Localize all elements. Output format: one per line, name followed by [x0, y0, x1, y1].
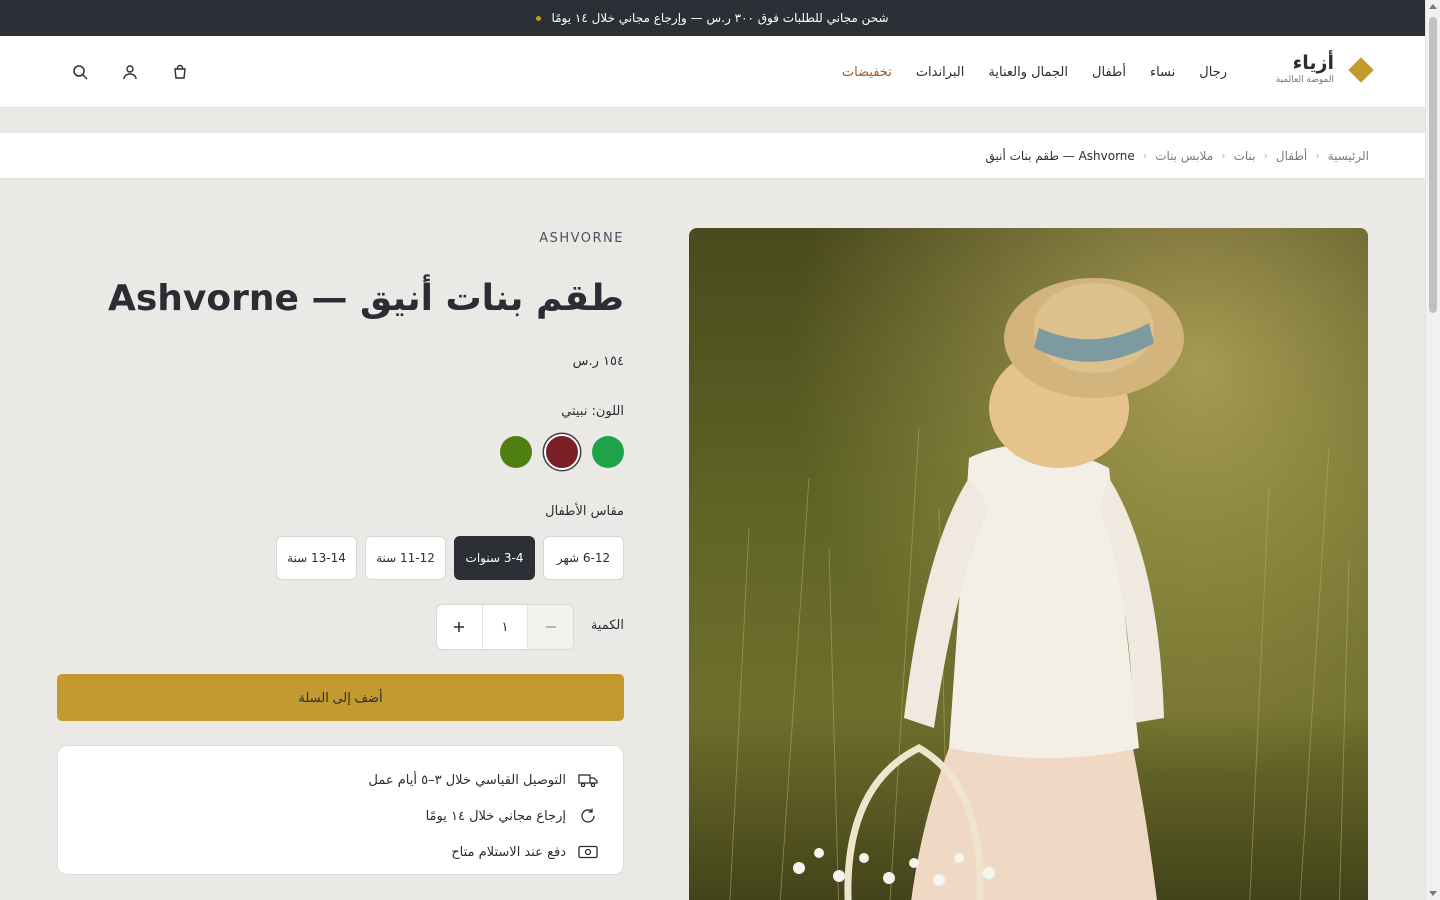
color-swatch-olive[interactable]: [500, 436, 532, 468]
nav-brands[interactable]: البراندات: [916, 65, 965, 80]
size-options: 6-12 شهر 3-4 سنوات 11-12 سنة 13-14 سنة: [276, 536, 624, 580]
nav-beauty[interactable]: الجمال والعناية: [988, 65, 1068, 80]
color-swatch-green[interactable]: [592, 436, 624, 468]
add-to-cart-button[interactable]: أضف إلى السلة: [57, 674, 624, 721]
quantity-decrement-button[interactable]: [527, 605, 573, 649]
feature-cod: دفع عند الاستلام متاح: [83, 834, 598, 870]
breadcrumb: الرئيسية ‹ أطفال ‹ بنات ‹ ملابس بنات ‹ A…: [0, 133, 1425, 179]
product-price: ١٥٤ ر.س: [572, 354, 624, 369]
breadcrumb-home[interactable]: الرئيسية: [1328, 149, 1369, 163]
nav-kids[interactable]: أطفال: [1092, 65, 1126, 80]
main-nav: رجال نساء أطفال الجمال والعناية البراندا…: [842, 36, 1227, 108]
minus-icon: [545, 626, 556, 628]
announcement-bar: شحن مجاني للطلبات فوق ٣٠٠ ر.س — وإرجاع م…: [0, 0, 1425, 36]
search-icon[interactable]: [70, 62, 90, 82]
bag-icon[interactable]: [170, 62, 190, 82]
site-header: أزياء الموضة العالمية رجال نساء أطفال ال…: [0, 36, 1425, 108]
breadcrumb-kids[interactable]: أطفال: [1276, 149, 1307, 163]
feature-cod-text: دفع عند الاستلام متاح: [451, 844, 566, 860]
product-image[interactable]: [689, 228, 1368, 900]
breadcrumb-girls[interactable]: بنات: [1234, 149, 1256, 163]
announcement-dot-icon: [536, 15, 542, 21]
quantity-value[interactable]: ١: [481, 605, 528, 649]
logo-name: أزياء: [1292, 52, 1334, 74]
breadcrumb-girls-clothing[interactable]: ملابس بنات: [1155, 149, 1213, 163]
nav-sale[interactable]: تخفيضات: [842, 65, 892, 80]
user-icon[interactable]: [120, 62, 140, 82]
feature-delivery: التوصيل القياسي خلال ٣–٥ أيام عمل: [83, 762, 598, 798]
breadcrumb-separator: ‹: [1142, 149, 1148, 162]
nav-women[interactable]: نساء: [1150, 65, 1175, 80]
scroll-down-arrow-icon[interactable]: [1429, 891, 1437, 896]
header-actions: [70, 62, 190, 82]
breadcrumb-separator: ‹: [1221, 149, 1226, 162]
product-photo-illustration: [689, 228, 1368, 900]
size-option-3-4y[interactable]: 3-4 سنوات: [454, 536, 535, 580]
color-swatches: [500, 434, 624, 470]
quantity-increment-button[interactable]: [437, 605, 482, 649]
feature-returns-text: إرجاع مجاني خلال ١٤ يومًا: [425, 808, 566, 824]
product-features: التوصيل القياسي خلال ٣–٥ أيام عمل إرجاع …: [57, 745, 624, 875]
announcement-text: شحن مجاني للطلبات فوق ٣٠٠ ر.س — وإرجاع م…: [551, 11, 889, 25]
breadcrumb-separator: ‹: [1263, 149, 1268, 162]
plus-icon: [454, 622, 465, 632]
size-option-13-14y[interactable]: 13-14 سنة: [276, 536, 357, 580]
truck-icon: [578, 770, 598, 790]
cash-icon: [578, 842, 598, 862]
return-icon: [578, 806, 598, 826]
header-spacer: [0, 108, 1425, 133]
color-swatch-maroon[interactable]: [544, 434, 580, 470]
size-option-6-12m[interactable]: 6-12 شهر: [543, 536, 624, 580]
scroll-up-arrow-icon[interactable]: [1429, 4, 1437, 9]
size-label: مقاس الأطفال: [545, 504, 624, 519]
feature-returns: إرجاع مجاني خلال ١٤ يومًا: [83, 798, 598, 834]
scrollbar-thumb[interactable]: [1429, 17, 1437, 313]
logo-diamond-icon: [1348, 56, 1374, 83]
product-brand[interactable]: ASHVORNE: [539, 231, 624, 246]
logo-subtitle: الموضة العالمية: [1275, 75, 1334, 85]
size-option-11-12y[interactable]: 11-12 سنة: [365, 536, 446, 580]
breadcrumb-current: Ashvorne — طقم بنات أنيق: [985, 148, 1135, 163]
logo[interactable]: أزياء الموضة العالمية: [1275, 52, 1374, 85]
product-title: طقم بنات أنيق — Ashvorne: [107, 278, 624, 319]
quantity-stepper: ١: [436, 604, 574, 650]
feature-delivery-text: التوصيل القياسي خلال ٣–٥ أيام عمل: [368, 772, 566, 788]
nav-men[interactable]: رجال: [1199, 65, 1227, 80]
quantity-label: الكمية: [590, 618, 624, 633]
breadcrumb-separator: ‹: [1315, 149, 1320, 162]
page-scrollbar[interactable]: [1425, 0, 1440, 900]
color-label: اللون: نبيتي: [561, 404, 624, 419]
